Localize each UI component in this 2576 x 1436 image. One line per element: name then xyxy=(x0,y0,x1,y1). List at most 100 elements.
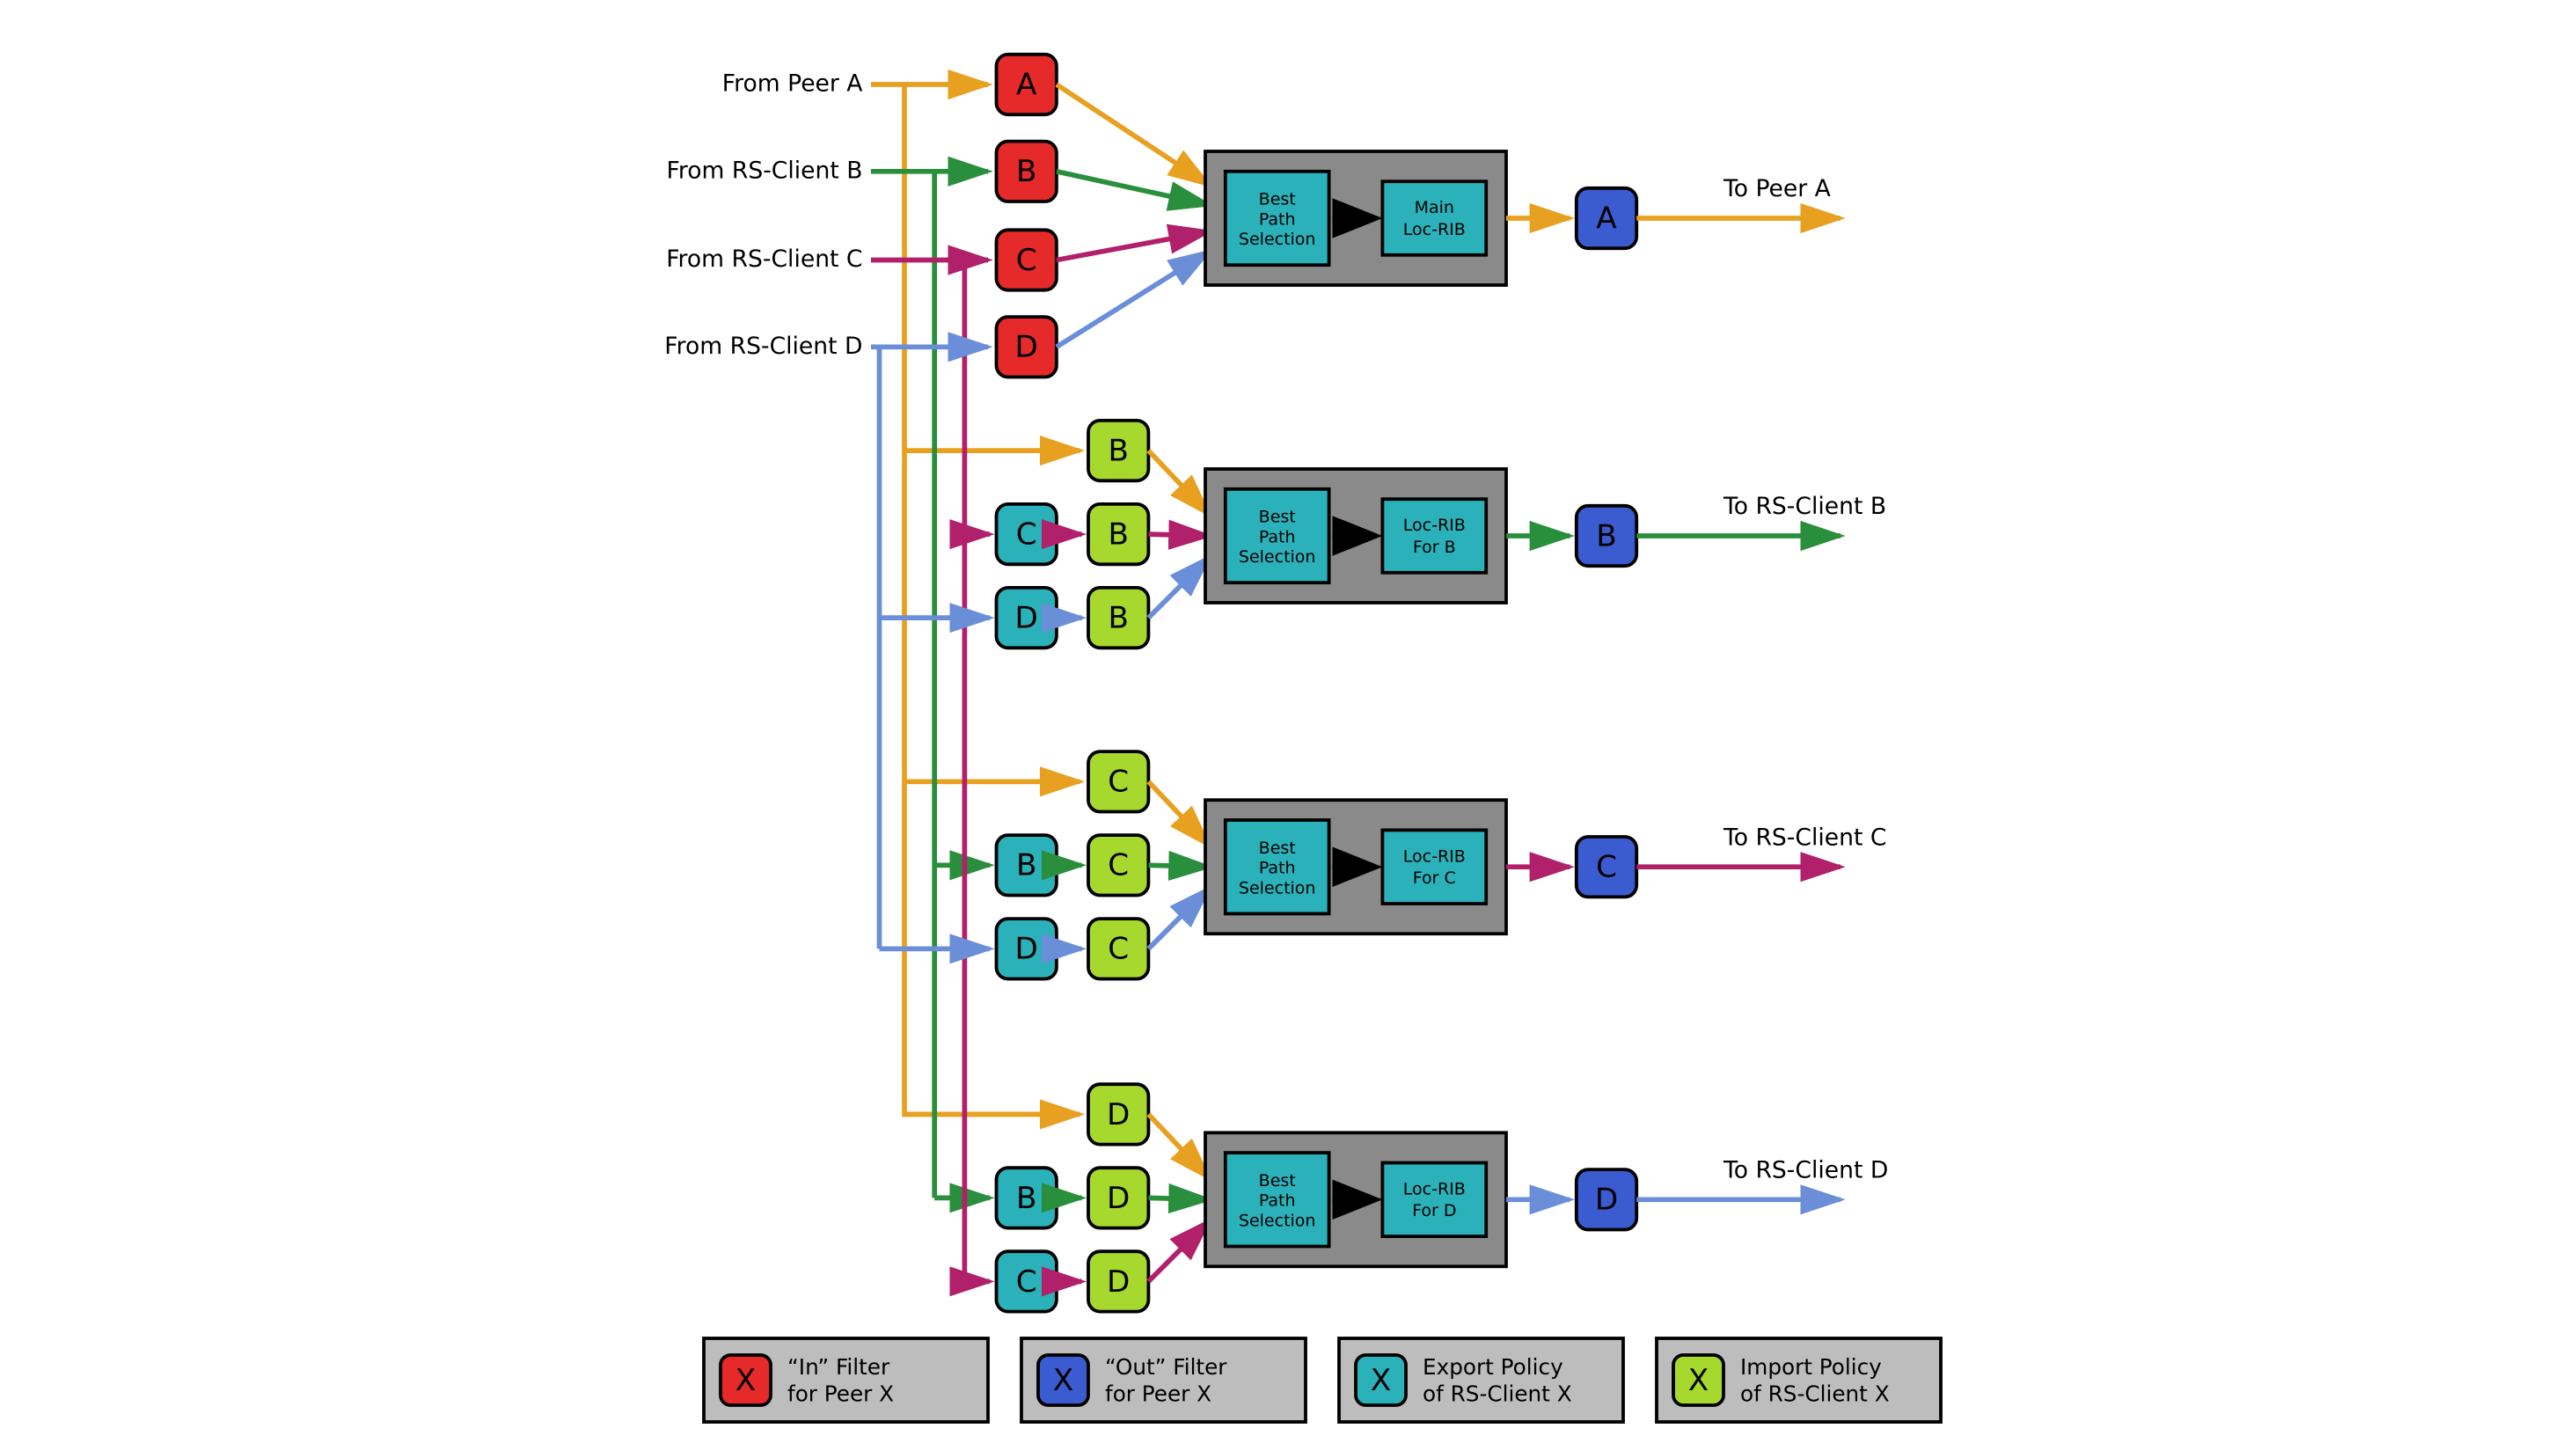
label-to-rs-b: To RS-Client B xyxy=(1723,493,1886,520)
g4-import-d-bot-label: D xyxy=(1107,1264,1130,1300)
arrow-imp-c3-bps xyxy=(1148,889,1208,949)
in-filter-b: B xyxy=(997,142,1057,201)
label-from-peer-a: From Peer A xyxy=(722,70,863,98)
g2-export-d-label: D xyxy=(1015,601,1038,636)
arrow-in-b-to-bps xyxy=(1057,172,1209,205)
in-filter-a: A xyxy=(997,55,1057,114)
legend-swatch-export-label: X xyxy=(1371,1363,1391,1398)
rib-c xyxy=(1382,830,1486,904)
in-filter-d-label: D xyxy=(1015,330,1038,365)
legend-swatch-out-label: X xyxy=(1053,1363,1073,1398)
g2-export-c-label: C xyxy=(1016,517,1037,552)
in-filter-b-label: B xyxy=(1016,154,1036,189)
label-to-rs-c: To RS-Client C xyxy=(1723,824,1886,851)
g2-import-b-top-label: B xyxy=(1108,434,1128,469)
g3-import-c-mid-label: C xyxy=(1108,848,1129,883)
bus-line-c xyxy=(871,260,964,1282)
legend-swatch-in-label: X xyxy=(735,1363,756,1398)
legend-in-l2: for Peer X xyxy=(787,1381,894,1407)
bps-d-l2: Path xyxy=(1259,1191,1296,1211)
g4-import-d-bot: D xyxy=(1088,1251,1148,1311)
g4-import-d-mid-label: D xyxy=(1107,1181,1130,1216)
g2-import-b-mid: B xyxy=(1088,504,1148,564)
rib-b xyxy=(1382,499,1486,573)
out-filter-b-label: B xyxy=(1596,518,1616,553)
bps-c-l2: Path xyxy=(1259,859,1296,878)
bus-line-d xyxy=(871,347,880,949)
legend-in-l1: “In” Filter xyxy=(787,1354,890,1380)
out-filter-c: C xyxy=(1577,837,1636,897)
arrow-imp-b1-bps xyxy=(1148,451,1208,514)
arrow-imp-d1-bps xyxy=(1148,1114,1208,1177)
legend-exp-l2: of RS-Client X xyxy=(1423,1381,1572,1407)
g2-import-b-top: B xyxy=(1088,421,1148,480)
out-filter-a-label: A xyxy=(1596,201,1617,236)
arrow-in-a-to-bps xyxy=(1057,84,1209,185)
rib-d-l1: Loc-RIB xyxy=(1403,1179,1466,1198)
legend-exp-l1: Export Policy xyxy=(1423,1354,1563,1380)
label-to-peer-a: To Peer A xyxy=(1723,175,1831,202)
legend-imp-l1: Import Policy xyxy=(1740,1354,1882,1380)
rib-c-l1: Loc-RIB xyxy=(1403,846,1466,866)
out-filter-d: D xyxy=(1577,1169,1636,1229)
g3-export-d-label: D xyxy=(1015,932,1038,967)
g3-import-c-mid: C xyxy=(1088,835,1148,895)
g4-export-c-label: C xyxy=(1016,1264,1037,1300)
g4-import-d-top-label: D xyxy=(1107,1097,1130,1132)
out-filter-d-label: D xyxy=(1595,1183,1618,1218)
bps-b-l3: Selection xyxy=(1239,547,1316,567)
legend-out-l1: “Out” Filter xyxy=(1105,1354,1227,1380)
g2-import-b-mid-label: B xyxy=(1108,517,1128,552)
g4-import-d-top: D xyxy=(1088,1084,1148,1144)
arrow-imp-b2-bps xyxy=(1148,534,1208,536)
rib-main xyxy=(1382,181,1486,255)
out-filter-a: A xyxy=(1577,188,1636,248)
label-from-rs-b: From RS-Client B xyxy=(667,157,863,184)
label-from-rs-c: From RS-Client C xyxy=(666,245,862,273)
legend-imp-l2: of RS-Client X xyxy=(1740,1381,1890,1407)
out-filter-c-label: C xyxy=(1596,850,1617,885)
arrow-in-d-to-bps xyxy=(1057,252,1209,347)
g3-import-c-bot-label: C xyxy=(1108,932,1129,967)
legend: X “In” Filter for Peer X X “Out” Filter … xyxy=(704,1338,1941,1422)
bps-main-l1: Best xyxy=(1259,190,1296,209)
g3-import-c-top: C xyxy=(1088,751,1148,811)
bps-c-l1: Best xyxy=(1259,839,1296,858)
g2-export-c: C xyxy=(997,504,1057,564)
arrow-imp-d3-bps xyxy=(1148,1221,1208,1281)
in-filter-d: D xyxy=(997,317,1057,377)
bps-b-l1: Best xyxy=(1259,508,1296,527)
g4-import-d-mid: D xyxy=(1088,1168,1148,1227)
bps-d-l1: Best xyxy=(1259,1171,1296,1191)
g4-export-c: C xyxy=(997,1251,1057,1311)
arrow-imp-d2-bps xyxy=(1148,1198,1208,1199)
rib-b-l2: For B xyxy=(1413,538,1456,557)
label-from-rs-d: From RS-Client D xyxy=(664,333,862,360)
g4-export-b-label: B xyxy=(1016,1181,1036,1216)
arrow-in-c-to-bps xyxy=(1057,231,1209,260)
g3-import-c-top-label: C xyxy=(1108,765,1129,800)
bps-d-l3: Selection xyxy=(1239,1212,1316,1231)
bps-main-l3: Selection xyxy=(1239,230,1316,249)
legend-out-l2: for Peer X xyxy=(1105,1381,1211,1407)
bps-main-l2: Path xyxy=(1259,209,1296,229)
bps-c-l3: Selection xyxy=(1239,878,1316,898)
g3-export-b: B xyxy=(997,835,1057,895)
rib-b-l1: Loc-RIB xyxy=(1403,516,1466,535)
legend-swatch-import-label: X xyxy=(1688,1363,1709,1398)
label-to-rs-d: To RS-Client D xyxy=(1723,1157,1888,1184)
g3-import-c-bot: C xyxy=(1088,919,1148,978)
g3-export-b-label: B xyxy=(1016,848,1036,883)
arrow-imp-c2-bps xyxy=(1148,865,1208,867)
g2-import-b-bot-label: B xyxy=(1108,601,1128,636)
rib-main-l1: Main xyxy=(1415,198,1454,217)
arrow-imp-b3-bps xyxy=(1148,558,1208,618)
out-filter-b: B xyxy=(1577,506,1636,566)
in-filter-c: C xyxy=(997,230,1057,289)
bps-b-l2: Path xyxy=(1259,527,1296,546)
g2-export-d: D xyxy=(997,588,1057,648)
g3-export-d: D xyxy=(997,919,1057,978)
in-filter-c-label: C xyxy=(1016,243,1037,278)
arrow-imp-c1-bps xyxy=(1148,781,1208,845)
rib-d xyxy=(1382,1163,1486,1237)
